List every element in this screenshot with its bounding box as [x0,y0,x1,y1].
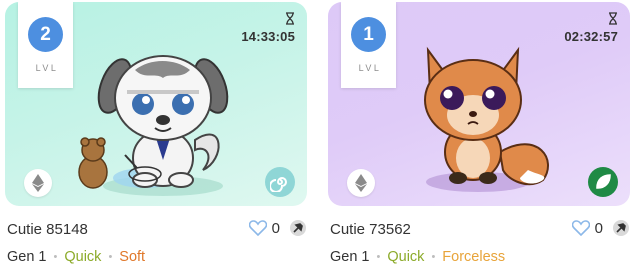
cooldown-timer: 14:33:05 [241,12,295,46]
like-count: 0 [594,219,603,237]
separator-dot: • [108,251,113,263]
separator-dot: • [53,251,58,263]
cutie-image [424,46,549,192]
cutie-card-85148: 2 LVL 14:33:05 Cutie 85148 0 Gen 1 • Qui… [5,0,307,277]
cutie-name[interactable]: Cutie 73562 [330,221,411,238]
ethereum-icon [24,169,52,197]
spiral-icon [265,167,295,197]
trait-speed: Quick [64,249,102,265]
generation: Gen 1 [7,249,47,265]
ethereum-icon [347,169,375,197]
pin-icon[interactable] [289,219,307,237]
cutie-image [78,55,229,196]
cutie-art[interactable]: 2 LVL 14:33:05 [5,2,307,206]
level-number: 1 [351,17,386,52]
trait-type: Forceless [442,249,506,265]
cutie-art[interactable]: 1 LVL 02:32:57 [328,2,630,206]
likes: 0 [571,219,630,237]
likes: 0 [248,219,307,237]
timer-text: 02:32:57 [564,29,618,44]
cooldown-timer: 02:32:57 [564,12,618,46]
separator-dot: • [431,251,436,263]
hourglass-icon [286,12,294,25]
heart-icon[interactable] [571,220,590,236]
separator-dot: • [376,251,381,263]
hourglass-icon [609,12,617,25]
timer-text: 14:33:05 [241,29,295,44]
heart-icon[interactable] [248,220,267,236]
leaf-icon [588,167,618,197]
pin-icon[interactable] [612,219,630,237]
generation: Gen 1 [330,249,370,265]
level-label: LVL [358,63,382,73]
trait-speed: Quick [387,249,425,265]
level-badge: 1 LVL [341,2,396,88]
trait-type: Soft [119,249,146,265]
level-badge: 2 LVL [18,2,73,88]
like-count: 0 [271,219,280,237]
cutie-stats: Gen 1 • Quick • Forceless [330,249,505,265]
level-label: LVL [35,63,59,73]
cutie-stats: Gen 1 • Quick • Soft [7,249,145,265]
cutie-card-73562: 1 LVL 02:32:57 Cutie 73562 0 Gen 1 • Qui… [328,0,630,277]
level-number: 2 [28,17,63,52]
cutie-name[interactable]: Cutie 85148 [7,221,88,238]
